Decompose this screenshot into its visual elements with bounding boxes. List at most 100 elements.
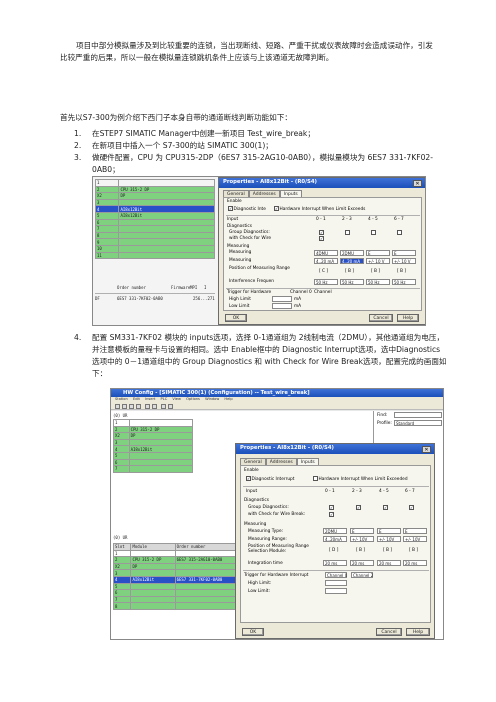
ok-button[interactable]: OK bbox=[225, 314, 247, 322]
rack-slot-row[interactable]: 5 AI8x12Bit bbox=[94, 211, 215, 220]
module-list-row[interactable]: 5 bbox=[112, 582, 244, 591]
rack-slot-row[interactable]: 1 bbox=[94, 179, 215, 187]
rack-slot-row[interactable]: 3 bbox=[94, 198, 215, 207]
module-list-row[interactable]: 8 bbox=[112, 602, 244, 610]
group-diag-checkbox-3[interactable]: ✓ bbox=[409, 505, 415, 511]
tab-inputs[interactable]: Inputs bbox=[296, 458, 319, 465]
rack-slot-row[interactable]: 8 bbox=[94, 231, 215, 240]
interference-field-1[interactable]: 50 Hz bbox=[340, 279, 364, 285]
profile-select[interactable]: Standard bbox=[394, 420, 442, 426]
rack-slot-row[interactable]: 10 bbox=[94, 244, 215, 253]
menu-help[interactable]: Help bbox=[224, 397, 232, 401]
catalog-icon[interactable] bbox=[161, 404, 166, 409]
menu-view[interactable]: View bbox=[172, 397, 181, 401]
help-button[interactable]: Help bbox=[406, 628, 430, 636]
measuring-range-field-0[interactable]: 4..20 mA bbox=[314, 258, 338, 264]
measuring-type-field-0[interactable]: 4DMU bbox=[314, 250, 338, 256]
print-icon[interactable] bbox=[136, 404, 141, 409]
rack-slot-row[interactable]: 4 AI8x12Bit bbox=[113, 445, 194, 453]
measuring-type-field-2[interactable]: E bbox=[366, 250, 390, 256]
module-list-row[interactable]: 4 AI8x12Bit 6ES7 331-7KF02-0AB0 bbox=[112, 575, 244, 584]
open-icon[interactable] bbox=[122, 404, 127, 409]
rack-slot-row[interactable]: 2 CPU 315-2 DP bbox=[113, 425, 194, 434]
high-limit-field[interactable] bbox=[272, 296, 292, 302]
ok-button[interactable]: OK bbox=[242, 628, 264, 636]
hw-interrupt-checkbox[interactable]: Hardware Interrupt When Limit Exceeded bbox=[313, 476, 408, 482]
measuring-type-field-3[interactable]: E bbox=[403, 528, 427, 534]
measuring-range-field-2[interactable]: +/- 10 V bbox=[366, 258, 390, 264]
group-diag-checkbox-0[interactable]: ✓ bbox=[319, 230, 325, 236]
find-input[interactable] bbox=[394, 412, 442, 418]
integration-field-1[interactable]: 20 ms bbox=[350, 560, 374, 566]
group-diag-checkbox-0[interactable]: ✓ bbox=[329, 505, 335, 511]
tab-general[interactable]: General bbox=[223, 190, 249, 197]
menu-window[interactable]: Window bbox=[205, 397, 219, 401]
menu-edit[interactable]: Edit bbox=[133, 397, 140, 401]
group-diag-checkbox-2[interactable] bbox=[371, 230, 377, 236]
rack-slot-row[interactable]: 7 bbox=[94, 225, 215, 233]
tab-addresses[interactable]: Addresses bbox=[265, 458, 297, 465]
low-limit-field[interactable] bbox=[325, 588, 347, 594]
wire-break-checkbox-0[interactable]: ✓ bbox=[329, 512, 335, 518]
interference-field-3[interactable]: 50 Hz bbox=[392, 279, 416, 285]
tab-general[interactable]: General bbox=[240, 458, 266, 465]
interference-field-0[interactable]: 50 Hz bbox=[314, 279, 338, 285]
module-list-row[interactable]: 3 bbox=[112, 569, 244, 577]
channel-2-button[interactable]: Channel 2 bbox=[351, 572, 373, 578]
measuring-type-field-2[interactable]: E bbox=[377, 528, 401, 534]
measuring-range-field-3[interactable]: +/- 10 V bbox=[392, 258, 416, 264]
interference-field-2[interactable]: 50 Hz bbox=[366, 279, 390, 285]
upload-icon[interactable] bbox=[152, 404, 157, 409]
measuring-range-field-3[interactable]: +/- 10V bbox=[403, 536, 427, 542]
help-icon[interactable] bbox=[168, 404, 173, 409]
integration-field-2[interactable]: 20 ms bbox=[377, 560, 401, 566]
integration-field-0[interactable]: 20 ms bbox=[323, 560, 347, 566]
rack-slot-row[interactable]: 7 bbox=[113, 465, 194, 473]
low-limit-field[interactable] bbox=[272, 303, 292, 309]
group-diag-checkbox-1[interactable] bbox=[345, 230, 351, 236]
hw-interrupt-checkbox[interactable]: ✓Hardware Interrupt When Limit Exceeds bbox=[274, 206, 365, 212]
measuring-range-field-1[interactable]: +/- 10V bbox=[350, 536, 374, 542]
new-icon[interactable] bbox=[115, 404, 120, 409]
cancel-button[interactable]: Cancel bbox=[369, 314, 393, 322]
measuring-type-field-0[interactable]: 2DMU bbox=[323, 528, 347, 534]
rack-slot-row[interactable]: 1 bbox=[113, 419, 194, 427]
measuring-type-field-3[interactable]: E bbox=[392, 250, 416, 256]
measuring-range-field-1[interactable]: 4..20 mA bbox=[340, 258, 364, 264]
close-icon[interactable]: ✕ bbox=[413, 179, 422, 187]
rack-slot-row[interactable]: X2 DP bbox=[113, 432, 194, 440]
group-diag-checkbox-3[interactable] bbox=[397, 230, 403, 236]
rack-slot-row[interactable]: 2 CPU 315-2 DP bbox=[94, 185, 215, 194]
wire-break-checkbox-0[interactable]: ✓ bbox=[319, 236, 325, 242]
diag-interrupt-checkbox[interactable]: ✓Diagnostic Inte bbox=[228, 206, 266, 212]
menu-station[interactable]: Station bbox=[115, 397, 128, 401]
download-icon[interactable] bbox=[145, 404, 150, 409]
integration-field-3[interactable]: 20 ms bbox=[403, 560, 427, 566]
module-list-row[interactable]: 6 bbox=[112, 589, 244, 597]
module-list-row[interactable]: X2 DP bbox=[112, 562, 244, 571]
measuring-range-field-2[interactable]: +/- 10V bbox=[377, 536, 401, 542]
rack-slot-row[interactable]: 11 bbox=[94, 251, 215, 260]
measuring-type-field-1[interactable]: E bbox=[350, 528, 374, 534]
channel-0-button[interactable]: Channel 0 bbox=[325, 572, 347, 578]
help-button[interactable]: Help bbox=[397, 314, 419, 322]
rack-slot-row[interactable]: 9 bbox=[94, 238, 215, 246]
group-diag-checkbox-1[interactable]: ✓ bbox=[356, 505, 362, 511]
tab-inputs[interactable]: Inputs bbox=[279, 190, 302, 197]
cancel-button[interactable]: Cancel bbox=[376, 628, 402, 636]
module-list-row[interactable]: 2 CPU 315-2 DP 6ES7 315-2AG10-0AB0 bbox=[112, 556, 244, 564]
menu-plc[interactable]: PLC bbox=[161, 397, 168, 401]
rack-slot-row[interactable]: 6 bbox=[94, 218, 215, 227]
rack-slot-row[interactable]: 5 bbox=[113, 451, 194, 460]
rack-slot-row[interactable]: 3 bbox=[113, 438, 194, 447]
module-list-row[interactable]: 1 bbox=[112, 549, 244, 558]
menu-options[interactable]: Options bbox=[186, 397, 200, 401]
rack-slot-row[interactable]: 6 bbox=[113, 458, 194, 467]
measuring-type-field-1[interactable]: 2DMU bbox=[340, 250, 364, 256]
high-limit-field[interactable] bbox=[325, 580, 347, 586]
group-diag-checkbox-2[interactable]: ✓ bbox=[383, 505, 389, 511]
tab-addresses[interactable]: Addresses bbox=[248, 190, 280, 197]
rack-slot-row[interactable]: X2 DP bbox=[94, 192, 215, 200]
save-icon[interactable] bbox=[129, 404, 134, 409]
measuring-range-field-0[interactable]: 4..20mA bbox=[323, 536, 347, 542]
